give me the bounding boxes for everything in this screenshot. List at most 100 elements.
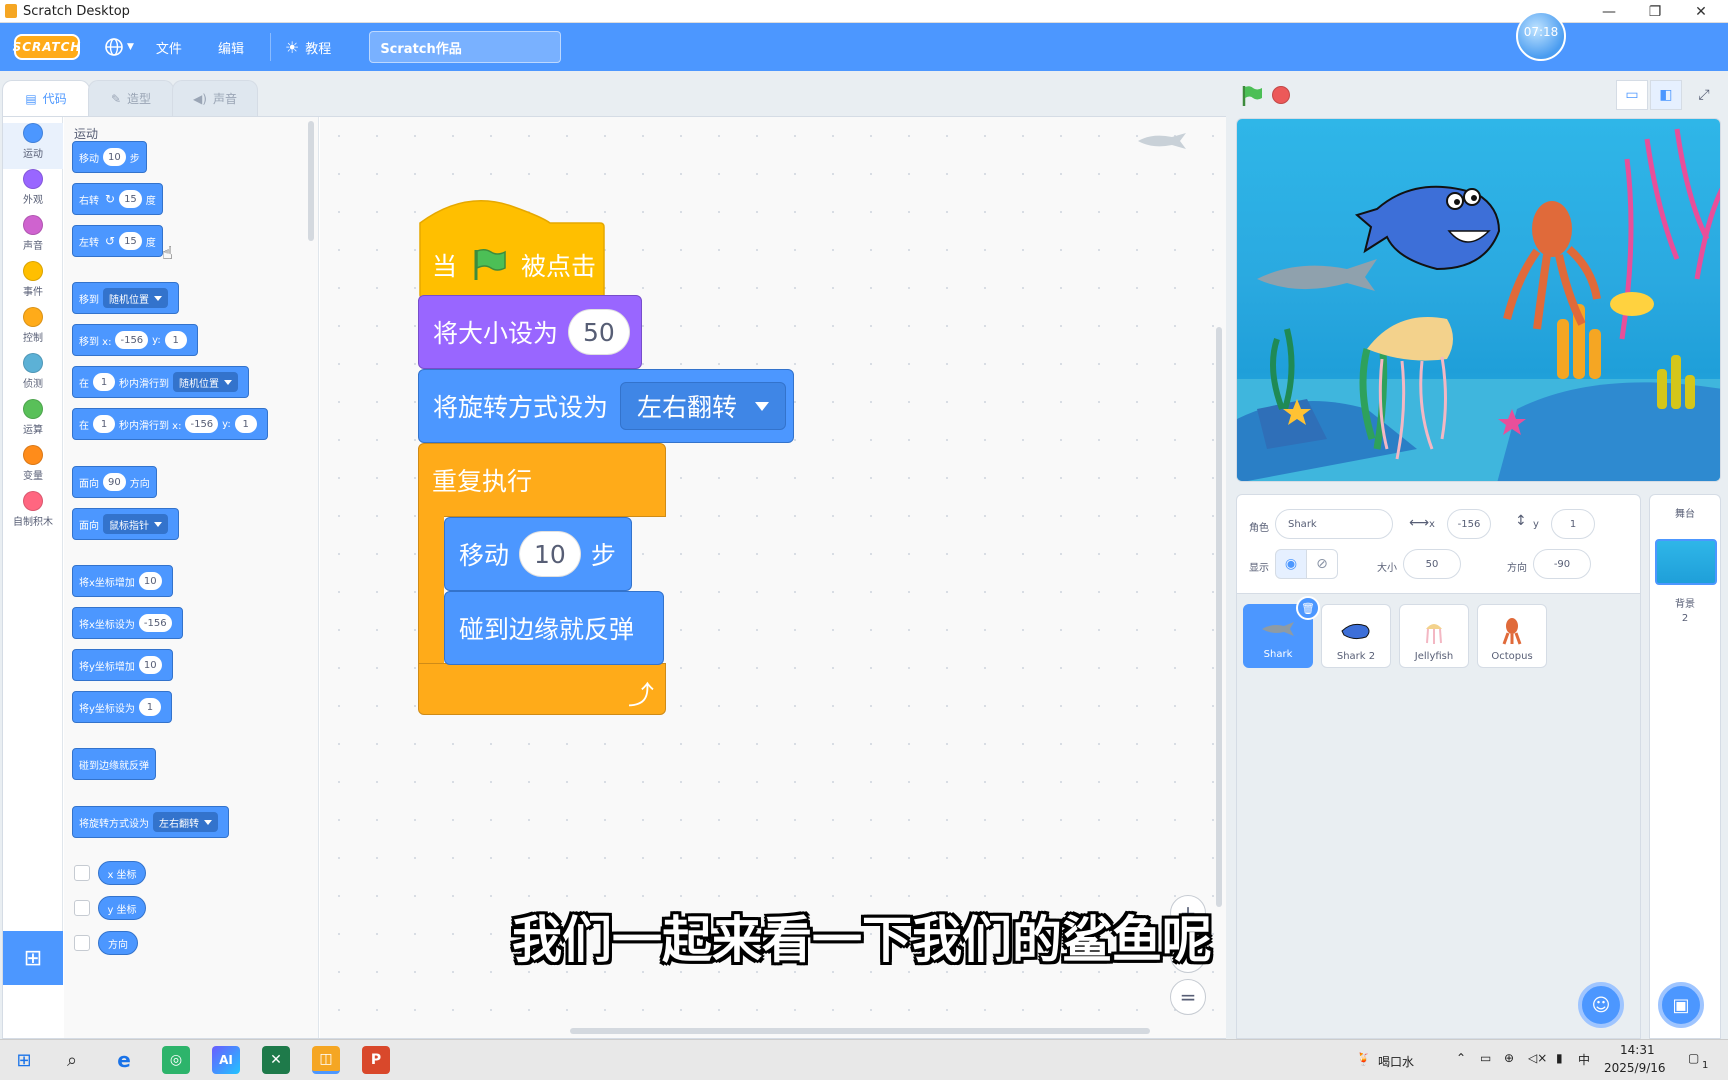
block-input[interactable]: 1 — [93, 373, 115, 391]
set-size-block[interactable]: 将大小设为 50 — [418, 295, 642, 369]
block-set-y[interactable]: 将y坐标设为 1 — [72, 691, 172, 723]
bounce-block[interactable]: 碰到边缘就反弹 — [444, 591, 664, 665]
block-input[interactable]: -156 — [138, 614, 172, 632]
block-turn-left[interactable]: 左转 ↺ 15 度 — [72, 225, 163, 257]
stage-canvas[interactable] — [1236, 118, 1721, 482]
block-glide-xy[interactable]: 在 1 秒内滑行到 x: -156 y: 1 — [72, 408, 268, 440]
rotation-style-dropdown[interactable]: 左右翻转 — [620, 382, 787, 430]
scratch-taskbar-icon[interactable]: ◫ — [312, 1046, 340, 1074]
category-my-blocks[interactable]: 自制积木 — [3, 491, 63, 537]
block-input[interactable]: 10 — [138, 656, 162, 674]
zoom-reset-button[interactable]: = — [1170, 979, 1206, 1015]
add-extension-button[interactable]: ⊞ — [3, 931, 63, 985]
y-position-input[interactable]: 1 — [1551, 509, 1595, 539]
small-stage-button[interactable]: ▭ — [1616, 80, 1648, 110]
capcut-app-icon[interactable]: ✕ — [262, 1046, 290, 1074]
category-motion[interactable]: 运动 — [3, 123, 63, 169]
normal-stage-button[interactable]: ◧ — [1650, 80, 1682, 110]
tab-costumes[interactable]: ✎ 造型 — [88, 80, 174, 116]
checkbox-direction[interactable] — [74, 935, 90, 951]
block-glide[interactable]: 在 1 秒内滑行到 随机位置 — [72, 366, 249, 398]
input-method-indicator[interactable]: 中 — [1578, 1051, 1590, 1068]
block-input[interactable]: -156 — [115, 331, 149, 349]
block-point-direction[interactable]: 面向 90 方向 — [72, 466, 157, 498]
block-input[interactable]: -156 — [185, 415, 219, 433]
palette-scrollbar[interactable] — [308, 121, 314, 241]
edge-browser-icon[interactable]: e — [110, 1046, 138, 1074]
category-events[interactable]: 事件 — [3, 261, 63, 307]
block-input[interactable]: 1 — [164, 331, 187, 349]
fullscreen-button[interactable]: ⤢ — [1688, 80, 1720, 110]
move-steps-block[interactable]: 移动 10 步 — [444, 517, 632, 591]
block-input[interactable]: 1 — [138, 698, 161, 716]
close-button[interactable]: ✕ — [1678, 0, 1724, 23]
rotation-style-block[interactable]: 将旋转方式设为 左右翻转 — [418, 369, 794, 443]
block-goto-xy[interactable]: 移到 x: -156 y: 1 — [72, 324, 198, 356]
project-title-input[interactable]: Scratch作品 — [369, 31, 562, 63]
block-rotation-style[interactable]: 将旋转方式设为 左右翻转 — [72, 806, 229, 838]
block-dropdown[interactable]: 鼠标指针 — [103, 514, 168, 534]
stage-selector[interactable]: 舞台 背景 2 — [1649, 494, 1721, 1039]
checkbox-x-position[interactable] — [74, 865, 90, 881]
block-change-x[interactable]: 将x坐标增加 10 — [72, 565, 173, 597]
block-dropdown[interactable]: 左右翻转 — [153, 812, 218, 832]
scratch-logo[interactable]: SCRATCH — [13, 34, 80, 60]
block-set-x[interactable]: 将x坐标设为 -156 — [72, 607, 183, 639]
green-flag-icon[interactable] — [1240, 84, 1264, 108]
block-dropdown[interactable]: 随机位置 — [103, 288, 168, 308]
start-menu-icon[interactable]: ⊞ — [10, 1046, 38, 1074]
network-icon[interactable]: ⊕ — [1504, 1051, 1514, 1065]
block-input[interactable]: 10 — [103, 148, 126, 166]
block-input[interactable]: 15 — [119, 232, 142, 250]
category-sound[interactable]: 声音 — [3, 215, 63, 261]
block-bounce[interactable]: 碰到边缘就反弹 — [72, 748, 156, 780]
category-variables[interactable]: 变量 — [3, 445, 63, 491]
category-sensing[interactable]: 侦测 — [3, 353, 63, 399]
show-sprite-button[interactable]: ◉ — [1275, 549, 1307, 579]
category-operators[interactable]: 运算 — [3, 399, 63, 445]
workspace-vertical-scrollbar[interactable] — [1216, 327, 1222, 907]
direction-input[interactable]: -90 — [1533, 549, 1591, 579]
move-steps-input[interactable]: 10 — [519, 531, 581, 577]
clock-date[interactable]: 2025/9/16 — [1604, 1061, 1666, 1075]
restore-button[interactable]: ❐ — [1632, 0, 1678, 23]
clock-time[interactable]: 14:31 — [1620, 1043, 1655, 1057]
block-input[interactable]: 1 — [93, 415, 115, 433]
search-icon[interactable]: ⌕ — [58, 1046, 86, 1074]
checkbox-y-position[interactable] — [74, 900, 90, 916]
minimize-button[interactable]: — — [1586, 0, 1632, 23]
block-point-towards[interactable]: 面向 鼠标指针 — [72, 508, 179, 540]
block-input[interactable]: 10 — [138, 572, 162, 590]
block-dropdown[interactable]: 随机位置 — [173, 372, 238, 392]
sprite-name-input[interactable]: Shark — [1275, 509, 1393, 539]
wechat-app-icon[interactable]: ◎ — [162, 1046, 190, 1074]
delete-sprite-button[interactable]: 🗑 — [1296, 596, 1320, 620]
size-input[interactable]: 50 — [1403, 549, 1461, 579]
stop-icon[interactable] — [1272, 86, 1290, 104]
block-move-steps[interactable]: 移动 10 步 — [72, 141, 147, 173]
reporter-x-position[interactable]: x 坐标 — [98, 861, 146, 885]
size-value-input[interactable]: 50 — [568, 309, 630, 355]
file-menu[interactable]: 文件 — [156, 38, 182, 57]
notification-icon[interactable]: ▢ — [1688, 1051, 1699, 1065]
tray-chevron-icon[interactable]: ⌃ — [1456, 1051, 1466, 1065]
tutorials-menu[interactable]: ☀ 教程 — [285, 38, 331, 57]
language-menu[interactable]: ▼ — [104, 37, 134, 57]
tab-sounds[interactable]: ◀) 声音 — [172, 80, 258, 116]
block-input[interactable]: 1 — [234, 415, 257, 433]
sprite-tile-octopus[interactable]: Octopus — [1477, 604, 1547, 668]
x-position-input[interactable]: -156 — [1447, 509, 1491, 539]
tab-code[interactable]: ▤ 代码 — [2, 80, 90, 116]
block-change-y[interactable]: 将y坐标增加 10 — [72, 649, 173, 681]
block-goto[interactable]: 移到 随机位置 — [72, 282, 179, 314]
reporter-direction[interactable]: 方向 — [98, 931, 138, 955]
category-looks[interactable]: 外观 — [3, 169, 63, 215]
block-input[interactable]: 90 — [103, 473, 126, 491]
workspace-horizontal-scrollbar[interactable] — [570, 1028, 1150, 1034]
powerpoint-icon[interactable]: P — [362, 1046, 390, 1074]
script-hat-block[interactable]: 当 被点击 — [418, 199, 606, 299]
weather-widget[interactable]: 喝口水 — [1378, 1053, 1414, 1070]
block-input[interactable]: 15 — [119, 190, 142, 208]
choose-sprite-button[interactable]: ☺ — [1578, 982, 1624, 1028]
choose-backdrop-button[interactable]: ▣ — [1658, 982, 1704, 1028]
